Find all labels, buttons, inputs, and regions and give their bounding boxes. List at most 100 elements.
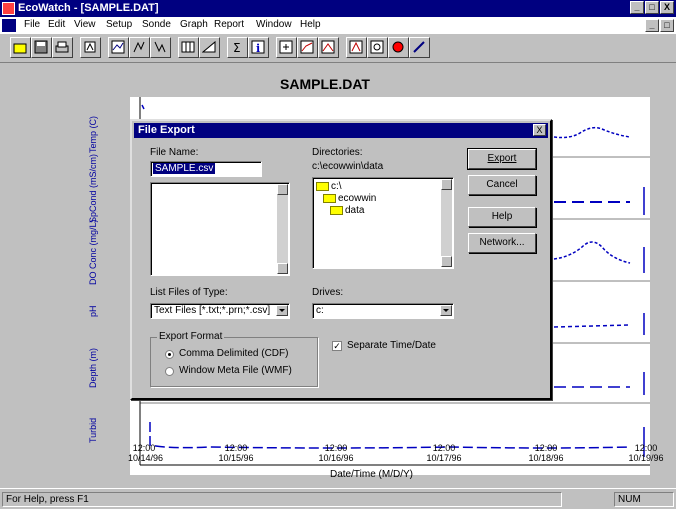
y-label-turbid: Turbid: [88, 417, 98, 443]
menu-sonde[interactable]: Sonde: [142, 19, 171, 30]
app-icon[interactable]: [2, 2, 15, 15]
report-icon: [133, 41, 145, 53]
menu-edit[interactable]: Edit: [48, 19, 65, 30]
x-tick-date: 10/18/96: [528, 453, 564, 463]
chart-title: SAMPLE.DAT: [280, 76, 370, 92]
plot-button[interactable]: [297, 37, 318, 58]
status-message: For Help, press F1: [2, 492, 562, 507]
trend-button[interactable]: [150, 37, 171, 58]
x-tick-date: 10/19/96: [628, 453, 664, 463]
table-button[interactable]: [178, 37, 199, 58]
help-button[interactable]: [388, 37, 409, 58]
file-list[interactable]: [150, 182, 290, 276]
help-button[interactable]: Help: [468, 207, 536, 227]
dialog-close-button[interactable]: X: [533, 124, 546, 136]
x-tick-date: 10/14/96: [128, 453, 164, 463]
y-label-temp: Temp (C): [88, 115, 98, 153]
statistics-icon: [202, 40, 216, 53]
minimize-button[interactable]: _: [630, 1, 644, 14]
doc-minimize-button[interactable]: _: [645, 19, 659, 32]
tree-item-root[interactable]: c:\: [316, 181, 342, 192]
statistics-button[interactable]: [199, 37, 220, 58]
whats-this-icon: [413, 41, 425, 53]
scatter-button[interactable]: [318, 37, 339, 58]
separate-time-date-checkbox[interactable]: ✓: [332, 341, 342, 351]
print-icon: [55, 41, 69, 53]
chevron-down-icon[interactable]: [440, 305, 452, 316]
tree-scrollbar[interactable]: [441, 179, 452, 267]
map-button[interactable]: [367, 37, 388, 58]
menu-help[interactable]: Help: [300, 19, 321, 30]
sum-button[interactable]: Σ: [227, 37, 248, 58]
maximize-button[interactable]: □: [645, 1, 659, 14]
svg-text:Σ: Σ: [233, 41, 241, 55]
x-tick-time: 12:00: [132, 443, 156, 453]
radio-wmf-label[interactable]: Window Meta File (WMF): [179, 365, 292, 376]
map-icon: [370, 40, 384, 54]
scroll-down-arrow[interactable]: [441, 256, 452, 267]
dialog-title: File Export: [138, 124, 195, 136]
x-tick-time: 12:00: [324, 443, 348, 453]
folder-open-icon: [316, 181, 329, 191]
tree-item-ecowwin[interactable]: ecowwin: [323, 193, 376, 204]
radio-cdf[interactable]: [165, 350, 174, 359]
series-temp-start: [141, 104, 145, 110]
menu-setup[interactable]: Setup: [106, 19, 132, 30]
file-list-scrollbar[interactable]: [277, 184, 288, 274]
dialog-title-bar: File Export X: [134, 123, 548, 138]
close-button[interactable]: X: [660, 1, 674, 14]
chevron-down-icon[interactable]: [276, 305, 288, 316]
doc-restore-button[interactable]: □: [660, 19, 674, 32]
y-label-spcond: SpCond (mS/cm): [88, 153, 98, 223]
drive-select[interactable]: c:: [312, 303, 454, 319]
file-type-select[interactable]: Text Files [*.txt;*.prn;*.csv]: [150, 303, 290, 319]
x-tick-date: 10/15/96: [218, 453, 254, 463]
separate-time-date-label[interactable]: Separate Time/Date: [347, 340, 436, 351]
zoom-button[interactable]: [276, 37, 297, 58]
graph-button[interactable]: [108, 37, 129, 58]
export-format-label: Export Format: [157, 331, 225, 342]
scroll-down-arrow[interactable]: [277, 263, 288, 274]
info-button[interactable]: i: [248, 37, 269, 58]
network-button[interactable]: Network...: [468, 233, 536, 253]
file-name-input[interactable]: SAMPLE.csv: [150, 161, 262, 177]
file-name-value: SAMPLE.csv: [153, 163, 216, 174]
tree-item-data[interactable]: data: [330, 205, 364, 216]
export-format-group: Export Format Comma Delimited (CDF) Wind…: [150, 331, 318, 387]
drive-value: c:: [316, 305, 324, 316]
help-icon: [392, 41, 404, 53]
palette-button[interactable]: [346, 37, 367, 58]
table-icon: [181, 41, 195, 53]
save-button[interactable]: [31, 37, 52, 58]
open-icon: [13, 43, 27, 54]
menu-report[interactable]: Report: [214, 19, 244, 30]
report-button[interactable]: [129, 37, 150, 58]
file-export-dialog: File Export X File Name: SAMPLE.csv Dire…: [130, 119, 552, 400]
open-button[interactable]: [10, 37, 31, 58]
radio-cdf-label[interactable]: Comma Delimited (CDF): [179, 348, 288, 359]
status-bar: For Help, press F1 NUM: [0, 488, 676, 509]
directory-tree[interactable]: c:\ ecowwin data: [312, 177, 454, 269]
sonde-button[interactable]: [80, 37, 101, 58]
document-icon[interactable]: [2, 19, 16, 32]
scroll-up-arrow[interactable]: [441, 179, 452, 190]
x-tick-date: 10/17/96: [426, 453, 462, 463]
cancel-button[interactable]: Cancel: [468, 175, 536, 195]
file-name-label: File Name:: [150, 147, 199, 158]
scroll-up-arrow[interactable]: [277, 184, 288, 195]
radio-wmf[interactable]: [165, 367, 174, 376]
toolbar: Σ i: [0, 34, 676, 63]
menu-window[interactable]: Window: [256, 19, 292, 30]
menu-graph[interactable]: Graph: [180, 19, 208, 30]
whats-this-button[interactable]: [409, 37, 430, 58]
x-tick-time: 12:00: [634, 443, 658, 453]
menu-file[interactable]: File: [24, 19, 40, 30]
directory-path: c:\ecowwin\data: [312, 161, 384, 172]
export-button[interactable]: Export: [467, 148, 537, 170]
menu-view[interactable]: View: [74, 19, 96, 30]
menu-bar: File Edit View Setup Sonde Graph Report …: [0, 17, 676, 34]
x-axis-label: Date/Time (M/D/Y): [330, 469, 413, 480]
graph-icon: [111, 40, 125, 54]
print-button[interactable]: [52, 37, 73, 58]
x-tick-date: 10/16/96: [318, 453, 354, 463]
